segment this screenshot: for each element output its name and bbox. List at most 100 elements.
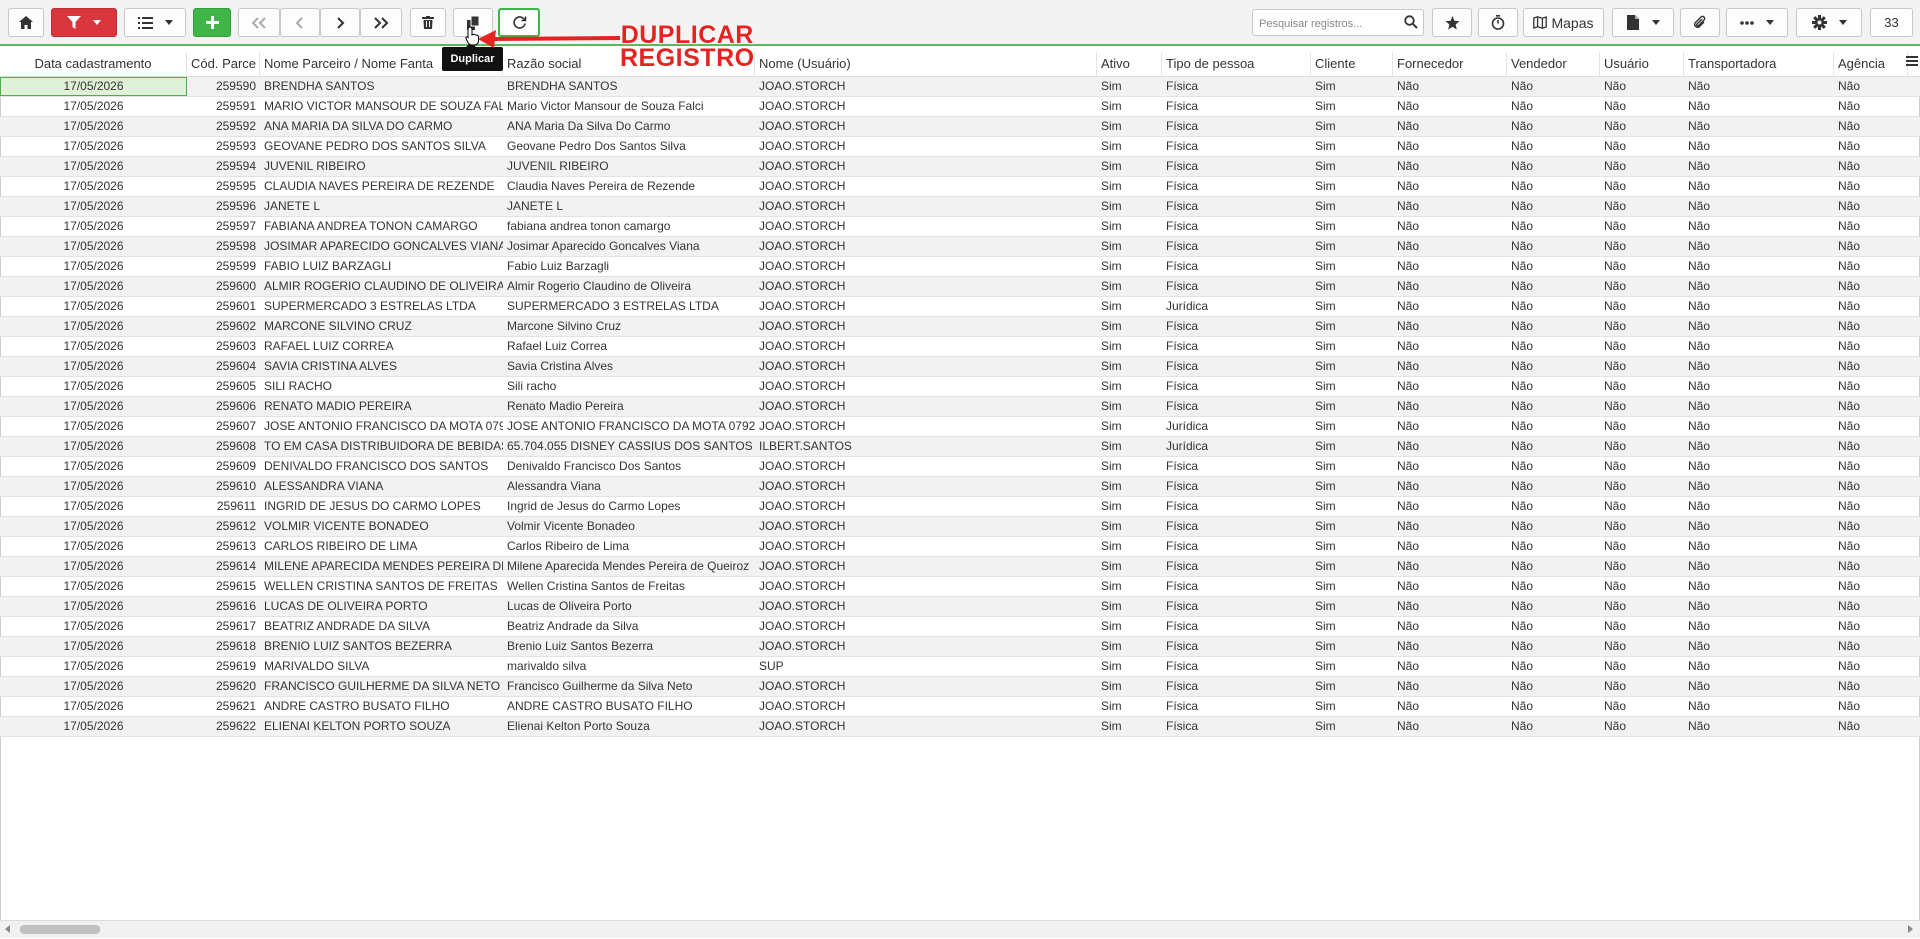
cell-vendedor[interactable]: Não: [1507, 677, 1600, 696]
cell-tipo-pessoa[interactable]: Jurídica: [1162, 297, 1311, 316]
cell-nome-parceiro[interactable]: ALMIR ROGERIO CLAUDINO DE OLIVEIRA: [260, 277, 503, 296]
cell-cod-parceiro[interactable]: 259590: [187, 77, 260, 96]
cell-cliente[interactable]: Sim: [1311, 537, 1393, 556]
cell-tipo-pessoa[interactable]: Jurídica: [1162, 417, 1311, 436]
header-col-transportadora[interactable]: Transportadora: [1684, 52, 1834, 76]
cell-vendedor[interactable]: Não: [1507, 457, 1600, 476]
cell-cod-parceiro[interactable]: 259593: [187, 137, 260, 156]
cell-cod-parceiro[interactable]: 259596: [187, 197, 260, 216]
header-col-fornecedor[interactable]: Fornecedor: [1393, 52, 1507, 76]
cell-tipo-pessoa[interactable]: Física: [1162, 197, 1311, 216]
table-row[interactable]: 17/05/2026 259614 MILENE APARECIDA MENDES …: [0, 557, 1920, 577]
cell-fornecedor[interactable]: Não: [1393, 157, 1507, 176]
cell-data-cadastramento[interactable]: 17/05/2026: [0, 317, 187, 336]
cell-transportadora[interactable]: Não: [1684, 697, 1834, 716]
cell-ativo[interactable]: Sim: [1097, 657, 1162, 676]
cell-vendedor[interactable]: Não: [1507, 277, 1600, 296]
cell-cod-parceiro[interactable]: 259592: [187, 117, 260, 136]
cell-fornecedor[interactable]: Não: [1393, 577, 1507, 596]
table-row[interactable]: 17/05/2026 259613 CARLOS RIBEIRO DE LIMA Ca…: [0, 537, 1920, 557]
cell-fornecedor[interactable]: Não: [1393, 137, 1507, 156]
cell-nome-parceiro[interactable]: FABIO LUIZ BARZAGLI: [260, 257, 503, 276]
cell-vendedor[interactable]: Não: [1507, 397, 1600, 416]
cell-nome-parceiro[interactable]: MILENE APARECIDA MENDES PEREIRA DE QUEIR…: [260, 557, 503, 576]
cell-data-cadastramento[interactable]: 17/05/2026: [0, 597, 187, 616]
cell-usuario[interactable]: Não: [1600, 257, 1684, 276]
cell-cliente[interactable]: Sim: [1311, 377, 1393, 396]
cell-usuario[interactable]: Não: [1600, 397, 1684, 416]
cell-cod-parceiro[interactable]: 259595: [187, 177, 260, 196]
table-row[interactable]: 17/05/2026 259604 SAVIA CRISTINA ALVES Savi…: [0, 357, 1920, 377]
cell-usuario[interactable]: Não: [1600, 157, 1684, 176]
cell-ativo[interactable]: Sim: [1097, 597, 1162, 616]
cell-transportadora[interactable]: Não: [1684, 297, 1834, 316]
cell-ativo[interactable]: Sim: [1097, 617, 1162, 636]
cell-fornecedor[interactable]: Não: [1393, 177, 1507, 196]
cell-razao-social[interactable]: fabiana andrea tonon camargo: [503, 217, 755, 236]
cell-data-cadastramento[interactable]: 17/05/2026: [0, 117, 187, 136]
cell-fornecedor[interactable]: Não: [1393, 417, 1507, 436]
table-row[interactable]: 17/05/2026 259615 WELLEN CRISTINA SANTOS D…: [0, 577, 1920, 597]
cell-razao-social[interactable]: Sili racho: [503, 377, 755, 396]
cell-ativo[interactable]: Sim: [1097, 457, 1162, 476]
cell-usuario[interactable]: Não: [1600, 177, 1684, 196]
cell-tipo-pessoa[interactable]: Física: [1162, 537, 1311, 556]
cell-usuario[interactable]: Não: [1600, 357, 1684, 376]
scrollbar-thumb[interactable]: [20, 925, 100, 934]
cell-transportadora[interactable]: Não: [1684, 537, 1834, 556]
cell-razao-social[interactable]: SUPERMERCADO 3 ESTRELAS LTDA: [503, 297, 755, 316]
cell-tipo-pessoa[interactable]: Física: [1162, 237, 1311, 256]
cell-cod-parceiro[interactable]: 259601: [187, 297, 260, 316]
cell-usuario[interactable]: Não: [1600, 677, 1684, 696]
table-row[interactable]: 17/05/2026 259607 JOSE ANTONIO FRANCISCO D…: [0, 417, 1920, 437]
cell-ativo[interactable]: Sim: [1097, 417, 1162, 436]
cell-agencia[interactable]: Não: [1834, 337, 1908, 356]
filter-button[interactable]: [51, 8, 117, 37]
add-button[interactable]: [193, 8, 231, 37]
cell-nome-usuario[interactable]: JOAO.STORCH: [755, 617, 1097, 636]
cell-cod-parceiro[interactable]: 259609: [187, 457, 260, 476]
cell-tipo-pessoa[interactable]: Física: [1162, 717, 1311, 736]
cell-fornecedor[interactable]: Não: [1393, 657, 1507, 676]
cell-usuario[interactable]: Não: [1600, 597, 1684, 616]
cell-agencia[interactable]: Não: [1834, 657, 1908, 676]
cell-vendedor[interactable]: Não: [1507, 297, 1600, 316]
settings-button[interactable]: [1796, 8, 1862, 37]
cell-cliente[interactable]: Sim: [1311, 457, 1393, 476]
table-row[interactable]: 17/05/2026 259608 TO EM CASA DISTRIBUIDORA…: [0, 437, 1920, 457]
cell-tipo-pessoa[interactable]: Física: [1162, 557, 1311, 576]
cell-fornecedor[interactable]: Não: [1393, 677, 1507, 696]
cell-ativo[interactable]: Sim: [1097, 677, 1162, 696]
cell-razao-social[interactable]: Almir Rogerio Claudino de Oliveira: [503, 277, 755, 296]
cell-transportadora[interactable]: Não: [1684, 597, 1834, 616]
cell-usuario[interactable]: Não: [1600, 497, 1684, 516]
cell-agencia[interactable]: Não: [1834, 717, 1908, 736]
table-row[interactable]: 17/05/2026 259612 VOLMIR VICENTE BONADEO Vo…: [0, 517, 1920, 537]
cell-transportadora[interactable]: Não: [1684, 137, 1834, 156]
cell-nome-parceiro[interactable]: RAFAEL LUIZ CORREA: [260, 337, 503, 356]
cell-fornecedor[interactable]: Não: [1393, 717, 1507, 736]
cell-agencia[interactable]: Não: [1834, 157, 1908, 176]
cell-ativo[interactable]: Sim: [1097, 697, 1162, 716]
cell-cod-parceiro[interactable]: 259600: [187, 277, 260, 296]
cell-cliente[interactable]: Sim: [1311, 417, 1393, 436]
cell-razao-social[interactable]: Geovane Pedro Dos Santos Silva: [503, 137, 755, 156]
cell-razao-social[interactable]: ANA Maria Da Silva Do Carmo: [503, 117, 755, 136]
cell-tipo-pessoa[interactable]: Física: [1162, 637, 1311, 656]
table-row[interactable]: 17/05/2026 259597 FABIANA ANDREA TONON CAM…: [0, 217, 1920, 237]
cell-razao-social[interactable]: Brenio Luiz Santos Bezerra: [503, 637, 755, 656]
cell-vendedor[interactable]: Não: [1507, 477, 1600, 496]
cell-fornecedor[interactable]: Não: [1393, 597, 1507, 616]
cell-tipo-pessoa[interactable]: Física: [1162, 337, 1311, 356]
scroll-right-arrow[interactable]: [1908, 925, 1913, 933]
cell-transportadora[interactable]: Não: [1684, 197, 1834, 216]
cell-usuario[interactable]: Não: [1600, 477, 1684, 496]
cell-usuario[interactable]: Não: [1600, 657, 1684, 676]
table-row[interactable]: 17/05/2026 259596 JANETE L JANETE L JOAO.STO…: [0, 197, 1920, 217]
cell-cod-parceiro[interactable]: 259611: [187, 497, 260, 516]
cell-tipo-pessoa[interactable]: Física: [1162, 157, 1311, 176]
cell-cliente[interactable]: Sim: [1311, 637, 1393, 656]
cell-data-cadastramento[interactable]: 17/05/2026: [0, 177, 187, 196]
cell-transportadora[interactable]: Não: [1684, 577, 1834, 596]
header-col-nome-usuario[interactable]: Nome (Usuário): [755, 52, 1097, 76]
